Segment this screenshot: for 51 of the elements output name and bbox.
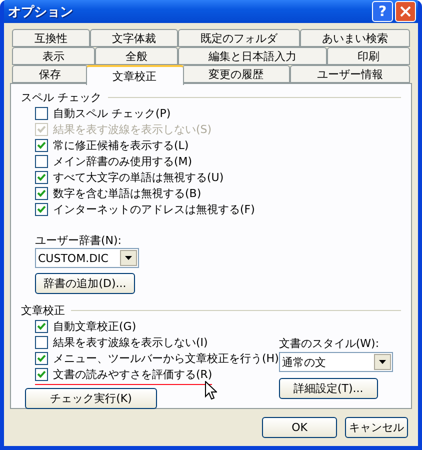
checkbox[interactable] bbox=[35, 352, 48, 364]
checkbox-label: 文書の読みやすさを評価する(R) bbox=[53, 366, 212, 382]
checkbox-label: 常に修正候補を表示する(L) bbox=[53, 138, 189, 152]
checkbox-label: 自動文章校正(G) bbox=[53, 318, 136, 334]
checkbox-label: 数字を含む単語は無視する(B) bbox=[53, 186, 202, 200]
tab[interactable]: 文章校正 bbox=[86, 65, 184, 85]
dictionary-dropdown[interactable]: CUSTOM.DIC bbox=[35, 248, 139, 268]
field-label: 文書のスタイル(W): bbox=[278, 336, 380, 351]
tab[interactable]: 変更の履歴 bbox=[182, 65, 290, 83]
tab[interactable]: 互換性 bbox=[12, 29, 90, 47]
cancel-button[interactable]: キャンセル bbox=[345, 417, 408, 438]
close-icon bbox=[400, 6, 411, 17]
checkbox[interactable] bbox=[35, 170, 48, 184]
close-button[interactable] bbox=[395, 1, 416, 22]
check-button[interactable]: チェック実行(K) bbox=[25, 388, 157, 409]
checkbox-label: メニュー、ツールバーから文章校正を行う(H) bbox=[53, 350, 279, 366]
tab[interactable]: 文字体裁 bbox=[90, 29, 178, 47]
tab[interactable]: 表示 bbox=[12, 47, 95, 65]
checkbox[interactable] bbox=[35, 106, 48, 120]
checkbox[interactable] bbox=[35, 320, 48, 332]
field-label: ユーザー辞書(N): bbox=[35, 233, 123, 248]
checkbox-label: メイン辞書のみ使用する(M) bbox=[53, 154, 192, 168]
checkbox[interactable] bbox=[35, 138, 48, 152]
checkbox[interactable] bbox=[35, 186, 48, 200]
checkbox-label: 自動スペル チェック(P) bbox=[53, 106, 171, 120]
tab[interactable]: あいまい検索 bbox=[300, 29, 410, 47]
add-dictionary-button[interactable]: 辞書の追加(D)... bbox=[35, 273, 135, 294]
dropdown-arrow-icon bbox=[378, 360, 386, 364]
tab[interactable]: 既定のフォルダ bbox=[178, 29, 300, 47]
style-dropdown[interactable]: 通常の文 bbox=[278, 352, 393, 372]
checkbox-label: 結果を表す波線を表示しない(S) bbox=[53, 122, 212, 136]
tab[interactable]: 編集と日本語入力 bbox=[178, 47, 327, 65]
ok-button[interactable]: OK bbox=[262, 417, 337, 438]
checkbox[interactable] bbox=[35, 154, 48, 168]
help-button[interactable]: ? bbox=[372, 1, 393, 22]
checkbox-label: すべて大文字の単語は無視する(U) bbox=[53, 170, 224, 184]
checkbox[interactable] bbox=[35, 202, 48, 216]
tab[interactable]: 保存 bbox=[12, 65, 88, 83]
window-title: オプション bbox=[8, 4, 73, 20]
dropdown-arrow-icon bbox=[125, 256, 132, 260]
mouse-pointer-icon bbox=[205, 381, 217, 400]
tab[interactable]: 印刷 bbox=[327, 47, 410, 65]
checkbox[interactable] bbox=[35, 368, 48, 380]
group-title: スペル チェック bbox=[21, 90, 102, 105]
checkbox-label: 結果を表す波線を表示しない(I) bbox=[53, 334, 208, 350]
checkbox[interactable] bbox=[35, 336, 48, 348]
checkbox-label: インターネットのアドレスは無視する(F) bbox=[53, 202, 255, 216]
tab[interactable]: 全般 bbox=[95, 47, 178, 65]
settings-button[interactable]: 詳細設定(T)... bbox=[278, 378, 378, 399]
group-title: 文章校正 bbox=[21, 302, 65, 318]
tab[interactable]: ユーザー情報 bbox=[290, 65, 410, 83]
